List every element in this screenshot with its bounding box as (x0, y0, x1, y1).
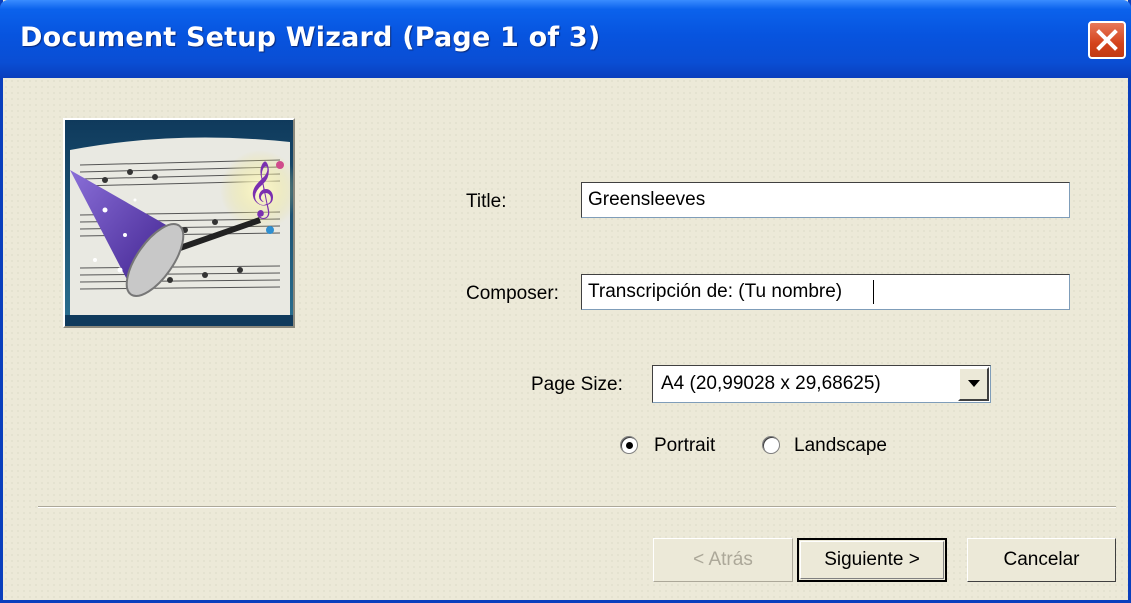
composer-input[interactable] (581, 274, 1070, 310)
back-button[interactable]: < Atrás (653, 538, 793, 582)
landscape-label[interactable]: Landscape (794, 435, 887, 457)
page-size-label: Page Size: (531, 374, 623, 395)
portrait-label[interactable]: Portrait (654, 435, 715, 457)
landscape-radio[interactable] (762, 436, 780, 454)
dialog-body: 𝄞 Title: Composer: Page Size: (3, 78, 1128, 600)
title-label: Title: (466, 191, 507, 212)
page-size-select[interactable]: A4 (20,99028 x 29,68625) (652, 365, 991, 403)
text-caret (873, 280, 874, 304)
dropdown-button[interactable] (958, 367, 989, 401)
wizard-hat-music-image: 𝄞 (63, 118, 295, 328)
page-size-value: A4 (20,99028 x 29,68625) (661, 373, 881, 394)
next-button[interactable]: Siguiente > (797, 538, 947, 582)
title-input[interactable] (581, 182, 1070, 218)
cancel-button[interactable]: Cancelar (967, 538, 1116, 582)
dropdown-arrow-icon (968, 380, 980, 387)
close-button[interactable] (1088, 21, 1126, 59)
svg-text:𝄞: 𝄞 (247, 161, 275, 219)
window-title: Document Setup Wizard (Page 1 of 3) (20, 22, 601, 53)
wizard-window: Document Setup Wizard (Page 1 of 3) 𝄞 Ti… (0, 0, 1131, 603)
composer-field[interactable] (581, 274, 1070, 310)
portrait-radio[interactable] (620, 436, 638, 454)
separator (38, 506, 1116, 508)
close-icon (1096, 29, 1118, 51)
composer-label: Composer: (466, 283, 559, 304)
title-bar[interactable]: Document Setup Wizard (Page 1 of 3) (0, 0, 1131, 78)
